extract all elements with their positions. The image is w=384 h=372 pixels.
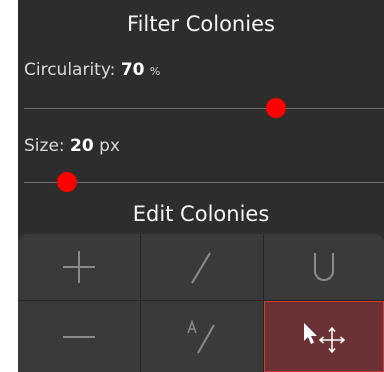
size-unit: px: [99, 136, 120, 156]
circularity-value: 70: [120, 60, 145, 80]
plus-icon: [63, 251, 95, 283]
move-tool-button[interactable]: [264, 301, 384, 372]
size-slider[interactable]: [24, 172, 384, 192]
remove-tool-button[interactable]: [18, 301, 140, 372]
minus-icon: [63, 335, 95, 338]
split-tool-button[interactable]: [141, 234, 263, 300]
add-tool-button[interactable]: [18, 234, 140, 300]
grid-divider: [140, 234, 141, 372]
filter-colonies-title: Filter Colonies: [127, 12, 275, 36]
circularity-unit: %: [149, 65, 161, 78]
size-value: 20: [70, 136, 94, 156]
circularity-label-text: Circularity:: [24, 60, 116, 80]
circularity-label: Circularity: 70 %: [24, 60, 160, 80]
size-label: Size: 20 px: [24, 136, 120, 156]
edit-tools-grid: [18, 234, 384, 372]
union-icon: [314, 253, 334, 281]
label-slash-icon: [187, 319, 215, 353]
edit-colonies-title: Edit Colonies: [132, 202, 270, 226]
label-tool-button[interactable]: [141, 301, 263, 372]
colony-tools-panel: Filter Colonies Circularity: 70 % Size: …: [18, 0, 384, 372]
merge-tool-button[interactable]: [264, 234, 384, 300]
slash-icon: [191, 252, 211, 284]
circularity-slider[interactable]: [24, 98, 384, 118]
size-slider-thumb[interactable]: [57, 172, 78, 192]
circularity-slider-thumb[interactable]: [266, 98, 286, 118]
size-label-text: Size:: [24, 136, 65, 156]
grid-divider: [263, 234, 264, 372]
grid-divider: [18, 300, 384, 301]
cursor-move-icon: [304, 322, 346, 353]
